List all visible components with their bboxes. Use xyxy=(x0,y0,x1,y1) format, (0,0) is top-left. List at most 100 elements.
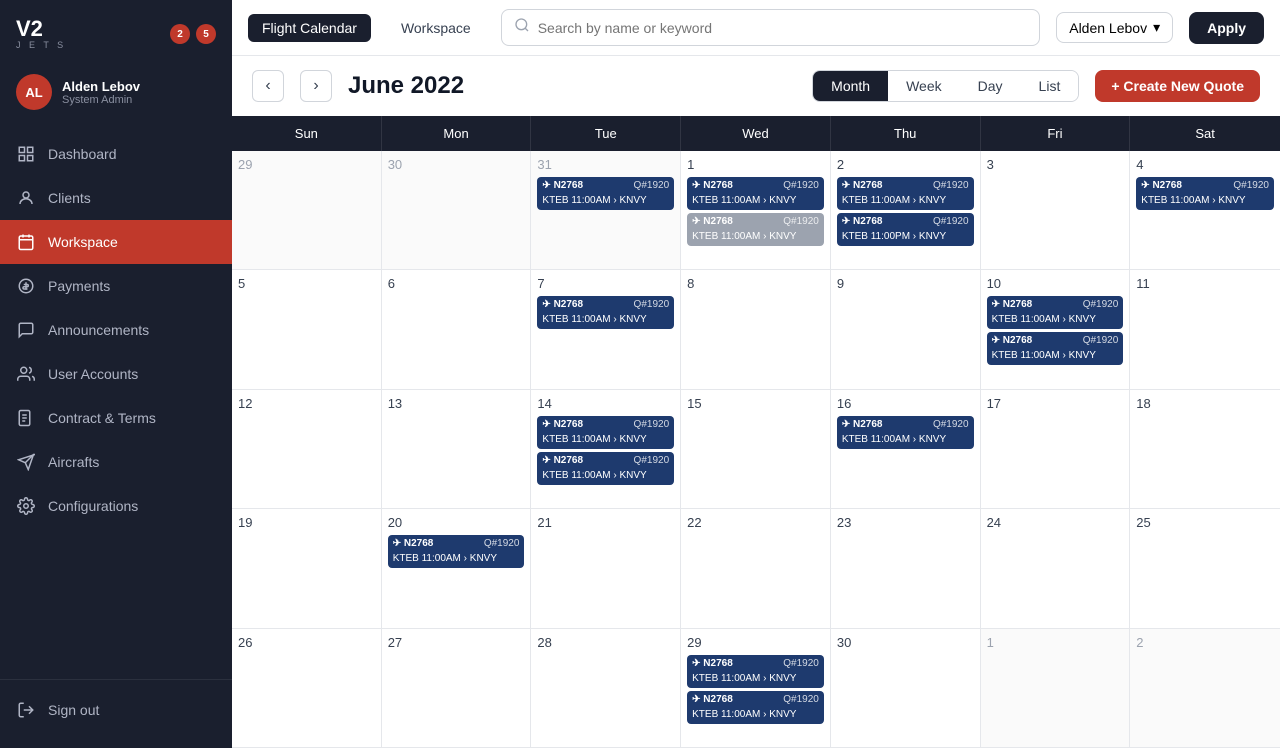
day-number: 15 xyxy=(687,396,824,411)
calendar-cell[interactable]: 18 xyxy=(1130,390,1280,508)
flight-event[interactable]: ✈ N2768Q#1920KTEB 11:00AM › KNVY xyxy=(1136,177,1274,210)
signout-icon xyxy=(16,700,36,720)
calendar-cell[interactable]: 6 xyxy=(382,270,532,388)
apply-button[interactable]: Apply xyxy=(1189,12,1264,44)
calendar-cell[interactable]: 29✈ N2768Q#1920KTEB 11:00AM › KNVY✈ N276… xyxy=(681,629,831,747)
sidebar-item-payments[interactable]: Payments xyxy=(0,264,232,308)
day-number: 1 xyxy=(687,157,824,172)
calendar-cell[interactable]: 5 xyxy=(232,270,382,388)
user-icon xyxy=(16,188,36,208)
tab-month[interactable]: Month xyxy=(813,71,888,101)
flight-event[interactable]: ✈ N2768Q#1920KTEB 11:00AM › KNVY xyxy=(537,177,674,210)
calendar-cell[interactable]: 25 xyxy=(1130,509,1280,627)
flight-event[interactable]: ✈ N2768Q#1920KTEB 11:00AM › KNVY xyxy=(537,452,674,485)
calendar-cell[interactable]: 9 xyxy=(831,270,981,388)
day-number: 10 xyxy=(987,276,1124,291)
flight-route: KTEB 11:00AM › KNVY xyxy=(542,313,669,327)
search-box xyxy=(501,9,1041,46)
sidebar-item-configurations[interactable]: Configurations xyxy=(0,484,232,528)
calendar-cell[interactable]: 11 xyxy=(1130,270,1280,388)
prev-month-button[interactable]: ‹ xyxy=(252,70,284,102)
calendar-cell[interactable]: 28 xyxy=(531,629,681,747)
calendar-cell[interactable]: 27 xyxy=(382,629,532,747)
sidebar: V2 J E T S 2 5 AL Alden Lebov System Adm… xyxy=(0,0,232,748)
calendar-cell[interactable]: 3 xyxy=(981,151,1131,269)
tab-week[interactable]: Week xyxy=(888,71,960,101)
flight-event[interactable]: ✈ N2768Q#1920KTEB 11:00AM › KNVY xyxy=(687,691,824,724)
next-month-button[interactable]: › xyxy=(300,70,332,102)
sidebar-item-dashboard[interactable]: Dashboard xyxy=(0,132,232,176)
sidebar-item-aircrafts[interactable]: Aircrafts xyxy=(0,440,232,484)
calendar-cell[interactable]: 13 xyxy=(382,390,532,508)
calendar-cell[interactable]: 29 xyxy=(232,151,382,269)
flight-event[interactable]: ✈ N2768 Q#1920KTEB 11:00PM › KNVY xyxy=(837,213,974,246)
calendar-cell[interactable]: 10 ✈ N2768Q#1920KTEB 11:00AM › KNVY✈ N276… xyxy=(981,270,1131,388)
sidebar-item-label: Announcements xyxy=(48,322,149,338)
flight-event[interactable]: ✈ N2768Q#1920KTEB 11:00AM › KNVY xyxy=(987,296,1124,329)
user-dropdown[interactable]: Alden Lebov ▾ xyxy=(1056,12,1173,43)
flight-quote: Q#1920 xyxy=(1083,334,1119,348)
calendar-cell[interactable]: 26 xyxy=(232,629,382,747)
day-number: 31 xyxy=(537,157,674,172)
flight-number: ✈ N2768 xyxy=(842,179,883,193)
calendar-cell[interactable]: 17 xyxy=(981,390,1131,508)
flight-number: ✈ N2768 xyxy=(842,215,883,229)
sidebar-item-user-accounts[interactable]: User Accounts xyxy=(0,352,232,396)
calendar-cell[interactable]: 30 xyxy=(831,629,981,747)
calendar-cell[interactable]: 22 xyxy=(681,509,831,627)
sidebar-item-announcements[interactable]: Announcements xyxy=(0,308,232,352)
tab-day[interactable]: Day xyxy=(960,71,1021,101)
create-new-quote-button[interactable]: + Create New Quote xyxy=(1095,70,1260,102)
calendar-cell[interactable]: 14✈ N2768Q#1920KTEB 11:00AM › KNVY✈ N276… xyxy=(531,390,681,508)
sidebar-item-signout[interactable]: Sign out xyxy=(0,688,232,732)
sidebar-item-workspace[interactable]: Workspace xyxy=(0,220,232,264)
calendar-cell[interactable]: 20✈ N2768Q#1920KTEB 11:00AM › KNVY xyxy=(382,509,532,627)
calendar-cell[interactable]: 24 xyxy=(981,509,1131,627)
flight-event[interactable]: ✈ N2768Q#1920KTEB 11:00AM › KNVY xyxy=(388,535,525,568)
flight-route: KTEB 11:00AM › KNVY xyxy=(542,433,669,447)
flight-event[interactable]: ✈ N2768Q#1920KTEB 11:00AM › KNVY xyxy=(537,416,674,449)
search-input[interactable] xyxy=(538,20,1028,36)
calendar-cell[interactable]: 1 ✈ N2768Q#1920KTEB 11:00AM › KNVY✈ N2768… xyxy=(681,151,831,269)
calendar-cell[interactable]: 8 xyxy=(681,270,831,388)
day-number: 5 xyxy=(238,276,375,291)
calendar-cell[interactable]: 30 xyxy=(382,151,532,269)
calendar-cell[interactable]: 21 xyxy=(531,509,681,627)
notification-badge-1[interactable]: 2 xyxy=(170,24,190,44)
flight-quote: Q#1920 xyxy=(933,215,969,229)
flight-quote: Q#1920 xyxy=(634,418,670,432)
day-number: 6 xyxy=(388,276,525,291)
calendar-cell[interactable]: 2 xyxy=(1130,629,1280,747)
calendar-cell[interactable]: 19 xyxy=(232,509,382,627)
calendar-cell[interactable]: 2✈ N2768Q#1920KTEB 11:00AM › KNVY✈ N2768… xyxy=(831,151,981,269)
sidebar-item-contract[interactable]: Contract & Terms xyxy=(0,396,232,440)
flight-route: KTEB 11:00PM › KNVY xyxy=(842,230,969,244)
calendar-cell[interactable]: 15 xyxy=(681,390,831,508)
calendar-cell[interactable]: 31 ✈ N2768Q#1920KTEB 11:00AM › KNVY xyxy=(531,151,681,269)
calendar-cell[interactable]: 1 xyxy=(981,629,1131,747)
calendar-cell[interactable]: 23 xyxy=(831,509,981,627)
sidebar-item-label: Workspace xyxy=(48,234,118,250)
sidebar-item-clients[interactable]: Clients xyxy=(0,176,232,220)
calendar-cell[interactable]: 12 xyxy=(232,390,382,508)
flight-event[interactable]: ✈ N2768Q#1920KTEB 11:00AM › KNVY xyxy=(687,177,824,210)
day-number: 2 xyxy=(837,157,974,172)
flight-event[interactable]: ✈ N2768Q#1920KTEB 11:00AM › KNVY xyxy=(987,332,1124,365)
day-number: 30 xyxy=(837,635,974,650)
flight-route: KTEB 11:00AM › KNVY xyxy=(992,313,1119,327)
flight-event[interactable]: ✈ N2768Q#1920KTEB 11:00AM › KNVY xyxy=(837,177,974,210)
tab-list[interactable]: List xyxy=(1021,71,1079,101)
notification-badge-2[interactable]: 5 xyxy=(196,24,216,44)
chevron-down-icon: ▾ xyxy=(1153,19,1160,36)
tab-flight-calendar[interactable]: Flight Calendar xyxy=(248,14,371,42)
flight-event[interactable]: ✈ N2768Q#1920KTEB 11:00AM › KNVY xyxy=(687,655,824,688)
calendar-cell[interactable]: 7✈ N2768Q#1920KTEB 11:00AM › KNVY xyxy=(531,270,681,388)
flight-event[interactable]: ✈ N2768Q#1920KTEB 11:00AM › KNVY xyxy=(837,416,974,449)
gear-icon xyxy=(16,496,36,516)
flight-event[interactable]: ✈ N2768Q#1920KTEB 11:00AM › KNVY xyxy=(537,296,674,329)
tab-workspace[interactable]: Workspace xyxy=(387,14,485,42)
flight-event[interactable]: ✈ N2768Q#1920KTEB 11:00AM › KNVY xyxy=(687,213,824,246)
flight-quote: Q#1920 xyxy=(484,537,520,551)
calendar-cell[interactable]: 16✈ N2768Q#1920KTEB 11:00AM › KNVY xyxy=(831,390,981,508)
calendar-cell[interactable]: 4✈ N2768Q#1920KTEB 11:00AM › KNVY xyxy=(1130,151,1280,269)
